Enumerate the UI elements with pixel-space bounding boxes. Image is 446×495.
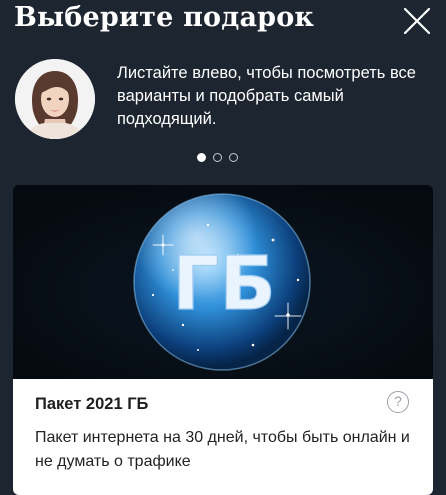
intro-section: Листайте влево, чтобы посмотреть все вар… (0, 52, 446, 148)
intro-text: Листайте влево, чтобы посмотреть все вар… (117, 64, 416, 128)
assistant-avatar-image (15, 59, 95, 139)
carousel-dot[interactable] (197, 153, 206, 162)
close-button[interactable] (402, 6, 432, 36)
page-title: Выберите подарок (14, 2, 315, 33)
close-icon (403, 7, 431, 35)
gift-card-image: ГБ (13, 185, 433, 379)
gift-card-info: Пакет 2021 ГБ ? Пакет интернета на 30 дн… (13, 379, 433, 495)
header: Выберите подарок (0, 0, 446, 52)
question-icon[interactable]: ? (387, 391, 409, 413)
carousel-pagination (197, 153, 238, 167)
snow-globe-icon: ГБ (13, 185, 433, 379)
avatar (15, 59, 95, 139)
gift-description: Пакет интернета на 30 дней, чтобы быть о… (35, 429, 410, 470)
carousel-dot[interactable] (213, 153, 222, 162)
gift-card[interactable]: ГБ Пакет 2021 ГБ ? Пакет интернета на 30… (13, 185, 433, 495)
globe-label: ГБ (172, 241, 276, 327)
gift-title: Пакет 2021 ГБ (35, 395, 149, 413)
carousel-dot[interactable] (229, 153, 238, 162)
